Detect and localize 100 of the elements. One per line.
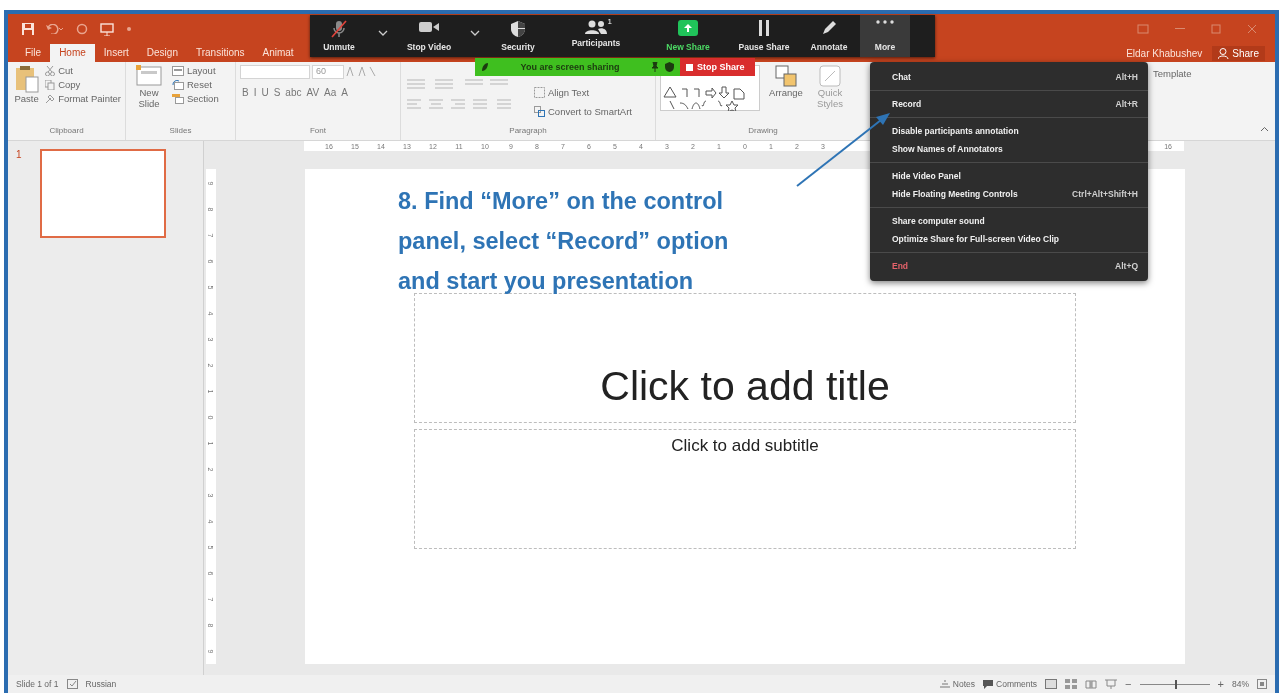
new-share-button[interactable]: New Share [646,15,730,57]
pencil-icon [821,20,837,36]
title-placeholder[interactable]: Click to add title [414,293,1076,423]
layout-icon [172,65,184,76]
format-painter-button[interactable]: Format Painter [45,93,121,104]
menu-item[interactable]: Hide Floating Meeting Controls Ctrl+Alt+Shift+H [870,185,1148,203]
quick-styles-icon [819,65,841,87]
chevron-down-icon [378,29,388,36]
group-label: Paragraph [508,126,548,137]
copy-button[interactable]: Copy [45,79,121,90]
font-format-button[interactable]: S [271,87,283,98]
security-button[interactable]: Security [490,15,546,57]
zoom-out-button[interactable]: − [1125,678,1132,690]
template-label: Template [1153,68,1193,79]
slide-thumbnail[interactable] [39,149,166,238]
zoom-slider-thumb[interactable] [1174,679,1177,689]
minimize-icon[interactable] [1175,28,1185,30]
participants-button[interactable]: Participants 1 [546,15,646,57]
font-format-button[interactable]: AV [304,87,322,98]
maximize-icon[interactable] [1211,24,1221,34]
ribbon-tab[interactable]: Design [137,44,187,62]
person-icon [1218,47,1230,59]
menu-item[interactable]: Share computer sound [870,212,1148,230]
participant-count: 1 [607,17,612,26]
collapse-ribbon-icon[interactable] [1260,126,1269,132]
share-screen-icon [678,20,698,36]
section-button[interactable]: Section [172,93,219,104]
convert-smartart-button[interactable]: Convert to SmartArt [534,106,632,117]
stop-video-button[interactable]: Stop Video [398,15,460,57]
menu-item[interactable]: Chat Alt+H [870,68,1148,86]
arrange-button[interactable]: Arrange [764,65,808,126]
pause-share-button[interactable]: Pause Share [730,15,798,57]
menu-item[interactable]: Record Alt+R [870,95,1148,113]
slide-sorter-icon[interactable] [1065,679,1078,689]
subtitle-placeholder[interactable]: Click to add subtitle [414,429,1076,549]
clipboard-icon [14,65,39,93]
font-format-button[interactable]: Aa [322,87,339,98]
language-label[interactable]: Russian [85,679,117,689]
font-format-button[interactable]: U [259,87,271,98]
undo-icon[interactable] [46,24,64,34]
menu-item[interactable]: Optimize Share for Full-screen Video Clip [870,230,1148,248]
paste-button[interactable]: Paste [12,65,42,126]
new-slide-button[interactable]: New Slide [130,65,168,126]
reading-view-icon[interactable] [1085,679,1098,689]
notes-icon [939,680,950,688]
fit-slide-icon[interactable] [1257,679,1267,689]
menu-item[interactable]: End Alt+Q [870,257,1148,275]
font-name-field[interactable] [240,65,310,79]
group-label: Font [309,126,327,137]
font-format-button[interactable]: A [339,87,350,98]
slideshow-icon[interactable] [1105,679,1118,689]
scissors-icon [45,65,56,76]
align-text-button[interactable]: Align Text [534,87,632,98]
paintbrush-icon [45,93,56,104]
customize-dropdown-icon[interactable] [126,26,132,32]
unmute-button[interactable]: Unmute [310,15,368,57]
comments-button[interactable]: Comments [983,679,1038,689]
people-icon [585,20,607,34]
zoom-level[interactable]: 84% [1232,679,1249,689]
ribbon-tab[interactable]: Insert [94,44,138,62]
ribbon-tab[interactable]: Animat [253,44,303,62]
font-format-button[interactable]: I [251,87,259,98]
menu-item[interactable]: Disable participants annotation [870,122,1148,140]
presentation-icon[interactable] [100,22,114,36]
more-icon [876,20,894,24]
reset-button[interactable]: Reset [172,79,219,90]
zoom-in-button[interactable]: + [1217,678,1224,690]
more-button[interactable]: More [860,15,910,57]
stop-share-button[interactable]: Stop Share [680,58,755,76]
slide-count: Slide 1 of 1 [16,679,59,689]
layout-button[interactable]: Layout [172,65,219,76]
copy-icon [45,79,56,90]
shield-icon[interactable] [665,62,674,72]
sharing-status: You are screen sharing [519,62,621,72]
ribbon-tab[interactable]: Transitions [186,44,254,62]
smartart-icon [534,106,545,117]
ribbon-display-icon[interactable] [1137,24,1149,34]
normal-view-icon[interactable] [1045,679,1058,689]
close-icon[interactable] [1247,24,1257,34]
redo-icon[interactable] [76,23,88,35]
video-camera-icon [419,20,439,34]
cut-button[interactable]: Cut [45,65,121,76]
section-icon [172,93,184,104]
align-text-icon [534,87,545,98]
group-label: Slides [168,126,193,137]
ribbon-tab[interactable]: Home [50,44,95,62]
notes-button[interactable]: Notes [939,679,975,689]
font-format-button[interactable]: B [240,87,251,98]
ribbon-tab[interactable]: File [16,44,51,62]
annotate-button[interactable]: Annotate [798,15,860,57]
font-format-button[interactable]: abc [283,87,304,98]
pin-icon[interactable] [651,62,659,72]
share-button[interactable]: Share [1212,45,1265,61]
instruction-text: 8. Find “More” on the control panel, select “Record” option and start you presentation [398,187,729,296]
new-slide-icon [136,65,162,87]
save-icon[interactable] [22,23,34,35]
menu-item[interactable]: Hide Video Panel [870,167,1148,185]
reset-icon [172,79,184,90]
font-size-field[interactable]: 60 [312,65,344,79]
spell-check-icon[interactable] [66,679,78,689]
